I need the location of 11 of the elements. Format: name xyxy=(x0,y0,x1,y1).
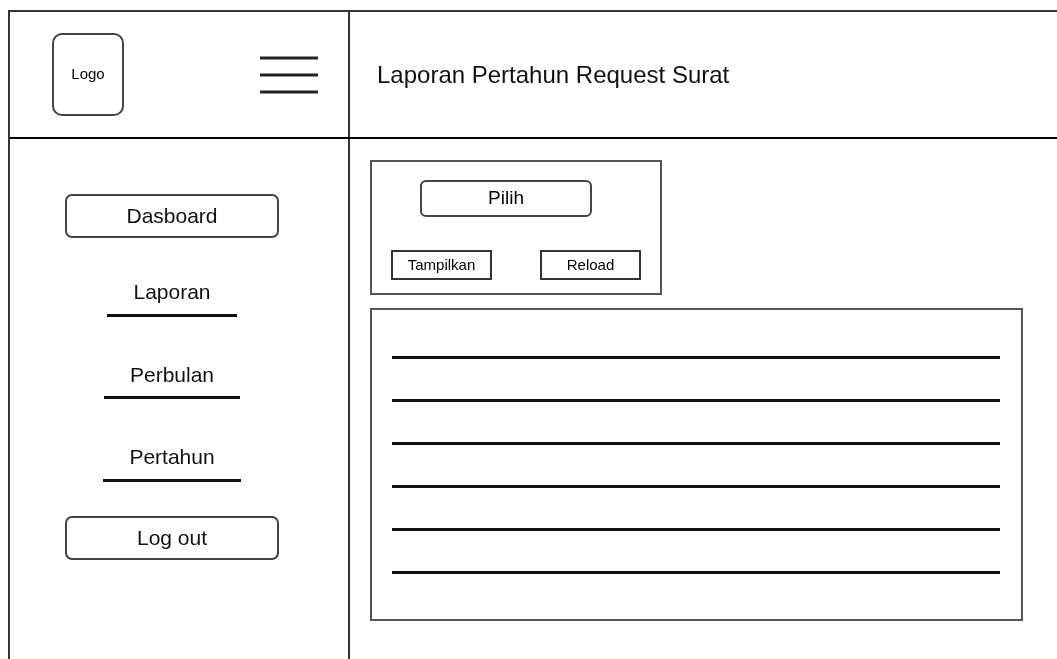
action-button[interactable]: Reload xyxy=(540,250,641,280)
page-title: Laporan Pertahun Request Surat xyxy=(377,59,730,90)
logo: Logo xyxy=(52,33,124,116)
select-button[interactable]: Pilih xyxy=(420,180,592,217)
nav-button[interactable]: Log out xyxy=(65,515,279,560)
menu-icon[interactable] xyxy=(260,55,318,94)
nav-link[interactable]: Perbulan xyxy=(103,358,241,399)
nav-button[interactable]: Dasboard xyxy=(65,194,279,238)
action-button[interactable]: Tampilkan xyxy=(391,250,492,280)
nav-link[interactable]: Laporan xyxy=(107,276,237,317)
nav-link[interactable]: Pertahun xyxy=(103,441,241,482)
